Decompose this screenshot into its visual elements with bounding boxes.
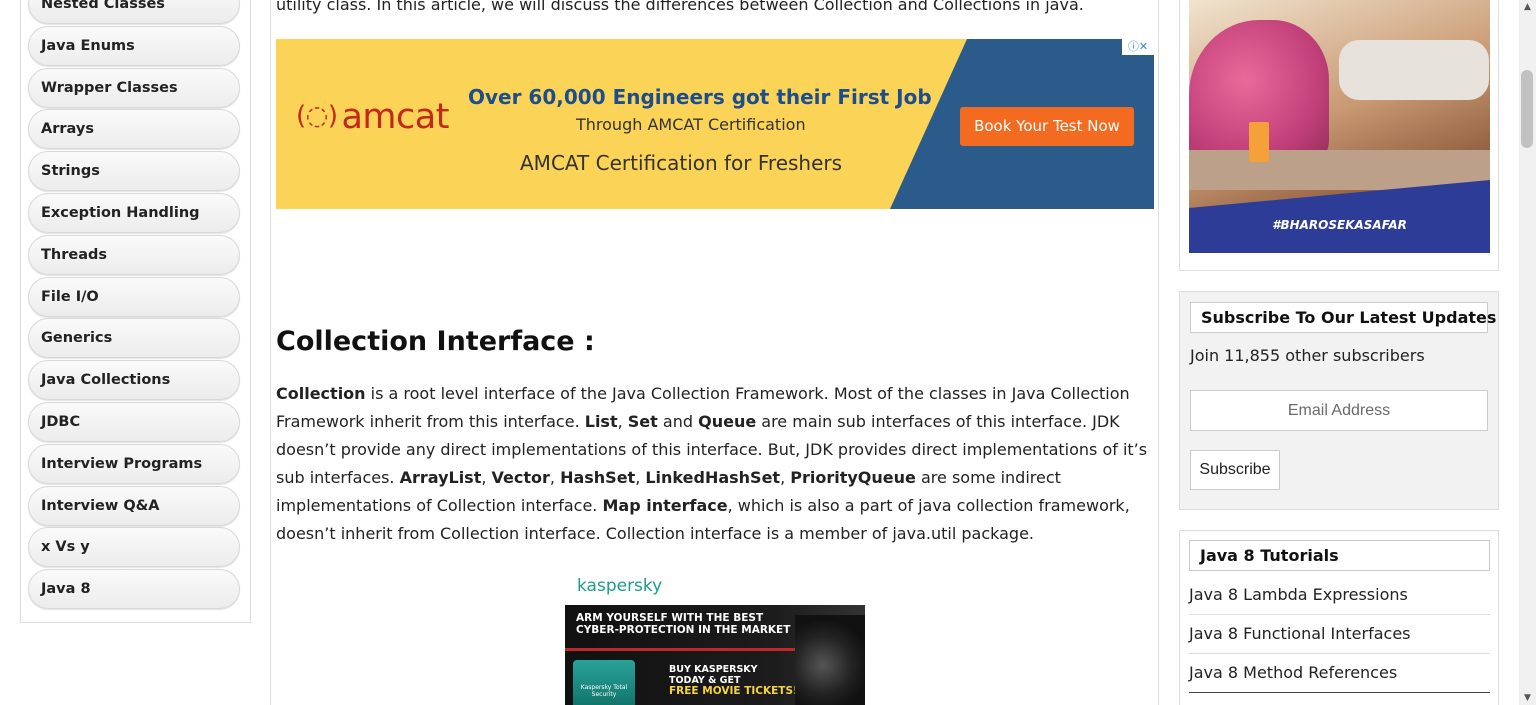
page-scrollbar[interactable]: ▲ ▼ bbox=[1519, 0, 1536, 705]
scroll-thumb[interactable] bbox=[1521, 70, 1533, 148]
term-collection: Collection bbox=[276, 384, 366, 403]
paragraph-text: , bbox=[635, 468, 646, 487]
email-field[interactable] bbox=[1190, 390, 1488, 431]
sidebar-ad-image[interactable]: #BHAROSEKASAFAR bbox=[1189, 0, 1490, 253]
term-vector: Vector bbox=[491, 468, 550, 487]
subscriber-count: Join 11,855 other subscribers bbox=[1190, 346, 1425, 365]
photo-hashtag: #BHAROSEKASAFAR bbox=[1272, 218, 1407, 232]
amcat-ad-banner[interactable]: (◌) amcat Over 60,000 Engineers got their… bbox=[276, 39, 1154, 209]
java8-list: Java 8 Lambda Expressions Java 8 Functio… bbox=[1189, 576, 1490, 693]
kaspersky-offer-free: FREE MOVIE TICKETS! bbox=[669, 685, 798, 697]
term-queue: Queue bbox=[698, 412, 757, 431]
kaspersky-offer-2: TODAY & GET bbox=[669, 674, 741, 686]
term-priorityqueue: PriorityQueue bbox=[790, 468, 916, 487]
ad-headline: Over 60,000 Engineers got their First Jo… bbox=[468, 85, 932, 109]
photo-juice-glass bbox=[1249, 122, 1269, 162]
kaspersky-headline: ARM YOURSELF WITH THE BEST CYBER-PROTECTI… bbox=[576, 612, 790, 636]
photo-footer-band bbox=[1189, 180, 1490, 253]
kaspersky-offer: BUY KASPERSKY TODAY & GET FREE MOVIE TICKE… bbox=[669, 664, 798, 698]
sidebar-item-java-collections[interactable]: Java Collections bbox=[28, 360, 240, 401]
sidebar-item-nested-classes[interactable]: Nested Classes bbox=[28, 0, 240, 24]
sidebar-item-x-vs-y[interactable]: x Vs y bbox=[28, 527, 240, 568]
kaspersky-product-box: Kaspersky Total Security bbox=[573, 660, 635, 705]
term-list: List bbox=[584, 412, 618, 431]
java8-link-functional-interfaces[interactable]: Java 8 Functional Interfaces bbox=[1189, 615, 1490, 654]
collection-paragraph: Collection is a root level interface of … bbox=[276, 380, 1150, 548]
ad-subline: Through AMCAT Certification bbox=[576, 115, 806, 134]
paragraph-text: , bbox=[617, 412, 628, 431]
paragraph-text: , bbox=[481, 468, 492, 487]
adchoices-icon[interactable]: ⓘ✕ bbox=[1122, 39, 1154, 55]
sidebar-item-strings[interactable]: Strings bbox=[28, 151, 240, 192]
kaspersky-logo: kaspersky bbox=[577, 576, 663, 596]
book-test-button[interactable]: Book Your Test Now bbox=[960, 107, 1134, 146]
sidebar-item-arrays[interactable]: Arrays bbox=[28, 109, 240, 150]
photo-table bbox=[1189, 150, 1490, 190]
sidebar-item-wrapper-classes[interactable]: Wrapper Classes bbox=[28, 67, 240, 108]
sidebar-item-exception-handling[interactable]: Exception Handling bbox=[28, 192, 240, 233]
kaspersky-hero-image bbox=[795, 615, 865, 705]
sidebar-item-java-8[interactable]: Java 8 bbox=[28, 569, 240, 610]
kaspersky-headline-2: CYBER-PROTECTION IN THE MARKET bbox=[576, 624, 791, 636]
intro-text: utility class. In this article, we will … bbox=[276, 0, 1084, 14]
kaspersky-ad[interactable]: kaspersky ARM YOURSELF WITH THE BEST CYBE… bbox=[565, 572, 865, 705]
kaspersky-banner[interactable]: ARM YOURSELF WITH THE BEST CYBER-PROTECTI… bbox=[565, 605, 865, 705]
sidebar-item-jdbc[interactable]: JDBC bbox=[28, 401, 240, 442]
section-title: Collection Interface : bbox=[276, 326, 595, 357]
sidebar-item-threads[interactable]: Threads bbox=[28, 234, 240, 275]
paragraph-text: , bbox=[780, 468, 791, 487]
term-map-interface: Map interface bbox=[602, 496, 728, 515]
java8-link-method-references[interactable]: Java 8 Method References bbox=[1189, 654, 1490, 693]
amcat-logo: (◌) amcat bbox=[296, 97, 449, 137]
term-set: Set bbox=[627, 412, 658, 431]
paragraph-text: and bbox=[657, 412, 699, 431]
sidebar-item-generics[interactable]: Generics bbox=[28, 318, 240, 359]
sidebar-nav: Nested Classes Java Enums Wrapper Classe… bbox=[28, 0, 240, 611]
kaspersky-headline-1: ARM YOURSELF WITH THE BEST bbox=[576, 612, 764, 624]
term-hashset: HashSet bbox=[560, 468, 636, 487]
sidebar-item-interview-qa[interactable]: Interview Q&A bbox=[28, 485, 240, 526]
java8-title: Java 8 Tutorials bbox=[1189, 540, 1490, 571]
paragraph-text: , bbox=[549, 468, 561, 487]
photo-shoulder bbox=[1339, 40, 1489, 100]
kaspersky-offer-1: BUY KASPERSKY bbox=[669, 664, 758, 675]
subscribe-title: Subscribe To Our Latest Updates bbox=[1190, 302, 1496, 333]
subscribe-button[interactable]: Subscribe bbox=[1190, 450, 1280, 490]
amcat-logo-mark-icon: (◌) bbox=[296, 101, 338, 131]
sidebar-item-file-io[interactable]: File I/O bbox=[28, 276, 240, 317]
amcat-logo-text: amcat bbox=[341, 97, 449, 137]
term-linkedhashset: LinkedHashSet bbox=[645, 468, 781, 487]
scroll-down-icon[interactable]: ▼ bbox=[1519, 691, 1536, 705]
term-arraylist: ArrayList bbox=[399, 468, 482, 487]
scroll-up-icon[interactable]: ▲ bbox=[1519, 0, 1536, 14]
sidebar-item-interview-programs[interactable]: Interview Programs bbox=[28, 443, 240, 484]
java8-link-lambda[interactable]: Java 8 Lambda Expressions bbox=[1189, 576, 1490, 615]
sidebar-item-java-enums[interactable]: Java Enums bbox=[28, 25, 240, 66]
ad-tagline: AMCAT Certification for Freshers bbox=[520, 151, 843, 175]
